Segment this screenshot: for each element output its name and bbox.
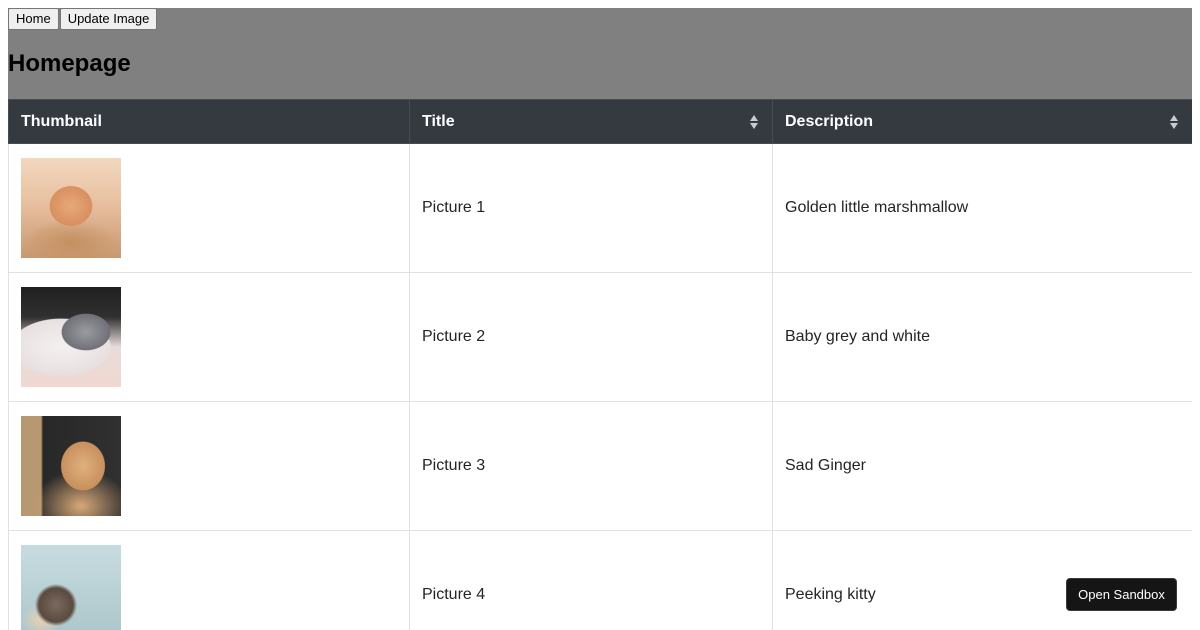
column-header-thumbnail: Thumbnail (8, 99, 410, 144)
title-cell: Picture 3 (409, 401, 773, 531)
kitten-thumbnail-image (21, 545, 121, 630)
update-image-button[interactable]: Update Image (59, 8, 158, 30)
app-root: Home Update Image Homepage Thumbnail Tit… (8, 8, 1192, 630)
table-header: Thumbnail Title Description (8, 99, 1192, 144)
column-header-label: Thumbnail (21, 112, 102, 130)
column-header-label: Description (785, 112, 874, 130)
thumbnail-cell (8, 143, 410, 273)
open-sandbox-button[interactable]: Open Sandbox (1066, 578, 1177, 611)
table-header-row: Thumbnail Title Description (8, 99, 1192, 144)
description-cell: Golden little marshmallow (772, 143, 1192, 273)
thumbnail-cell (8, 272, 410, 402)
sort-icon[interactable] (1170, 114, 1178, 129)
table-body: Picture 1 Golden little marshmallow Pict… (8, 143, 1192, 630)
kitten-thumbnail-image (21, 158, 121, 258)
table-row: Picture 2 Baby grey and white (8, 272, 1192, 402)
cat-thumbnail-image (21, 416, 121, 516)
nav-bar: Home Update Image (8, 8, 158, 30)
table-row: Picture 4 Peeking kitty (8, 530, 1192, 630)
title-cell: Picture 4 (409, 530, 773, 630)
kitten-thumbnail-image (21, 287, 121, 387)
title-cell: Picture 1 (409, 143, 773, 273)
column-header-description[interactable]: Description (772, 99, 1192, 144)
page-title: Homepage (8, 50, 131, 77)
description-cell: Baby grey and white (772, 272, 1192, 402)
image-table: Thumbnail Title Description Picture 1 Go… (8, 99, 1192, 630)
page-header: Home Update Image Homepage (8, 8, 1192, 99)
home-button[interactable]: Home (8, 8, 59, 30)
title-cell: Picture 2 (409, 272, 773, 402)
sort-icon[interactable] (750, 114, 758, 129)
table-row: Picture 1 Golden little marshmallow (8, 143, 1192, 273)
description-cell: Sad Ginger (772, 401, 1192, 531)
column-header-label: Title (422, 112, 455, 130)
table-row: Picture 3 Sad Ginger (8, 401, 1192, 531)
column-header-title[interactable]: Title (409, 99, 773, 144)
thumbnail-cell (8, 530, 410, 630)
thumbnail-cell (8, 401, 410, 531)
